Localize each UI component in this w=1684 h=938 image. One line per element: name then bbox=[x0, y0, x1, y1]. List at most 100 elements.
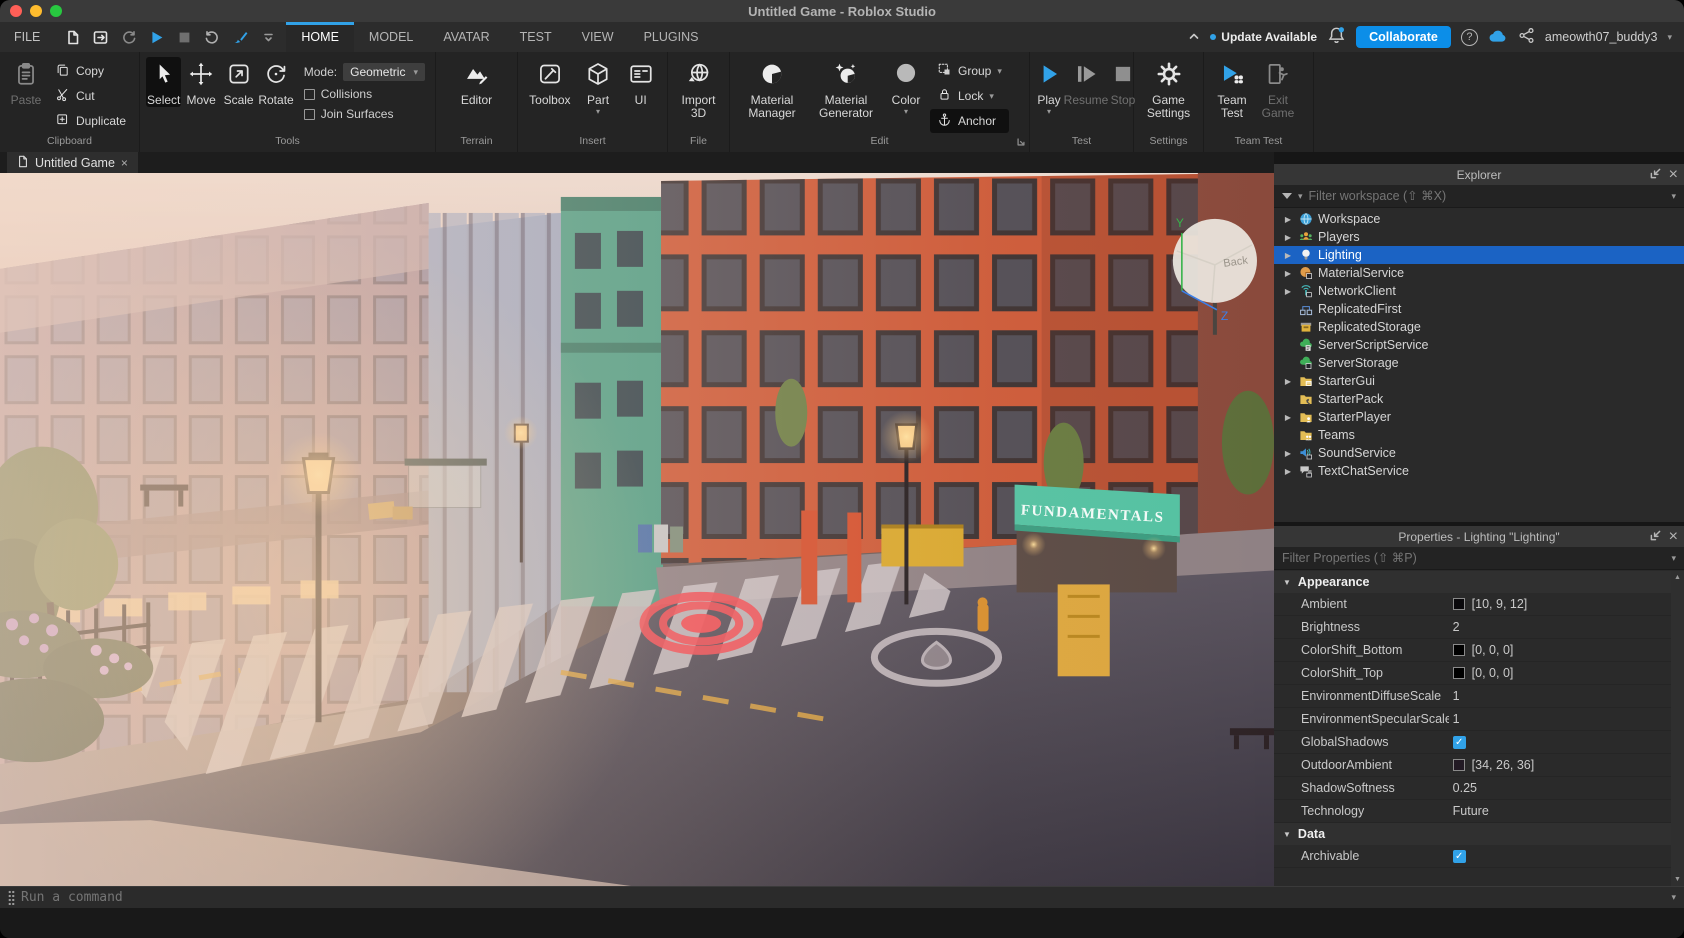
viewport-3d-scene[interactable]: FUNDAMENTALS bbox=[0, 173, 1274, 886]
close-window-button[interactable] bbox=[10, 5, 22, 17]
tab-home[interactable]: HOME bbox=[286, 22, 354, 52]
property-row-shadowsoftness[interactable]: ShadowSoftness0.25 bbox=[1274, 777, 1671, 800]
color-swatch[interactable] bbox=[1453, 644, 1465, 656]
edit-dialog-launcher-icon[interactable] bbox=[1016, 137, 1026, 150]
username[interactable]: ameowth07_buddy3 bbox=[1545, 30, 1658, 44]
part-button[interactable]: Part ▾ bbox=[578, 57, 619, 115]
mode-dropdown[interactable]: Geometric▾ bbox=[343, 63, 425, 81]
exit-game-button[interactable]: Exit Game bbox=[1256, 57, 1300, 120]
checkbox-checked-icon[interactable]: ✓ bbox=[1453, 850, 1466, 863]
group-caret-icon[interactable]: ▾ bbox=[997, 66, 1002, 77]
rotate-tool-button[interactable]: Rotate bbox=[258, 57, 293, 107]
command-bar-caret-icon[interactable]: ▾ bbox=[1671, 892, 1676, 903]
drag-grip-icon[interactable] bbox=[8, 890, 15, 905]
property-row-environmentdiffusescale[interactable]: EnvironmentDiffuseScale1 bbox=[1274, 685, 1671, 708]
move-tool-button[interactable]: Move bbox=[183, 57, 218, 107]
explorer-item-serverstorage[interactable]: ServerStorage bbox=[1274, 354, 1684, 372]
explorer-item-startergui[interactable]: ▶StarterGui bbox=[1274, 372, 1684, 390]
notifications-bell-icon[interactable] bbox=[1327, 26, 1346, 48]
property-row-brightness[interactable]: Brightness2 bbox=[1274, 616, 1671, 639]
anchor-button[interactable]: Anchor bbox=[930, 109, 1009, 133]
file-menu[interactable]: FILE bbox=[0, 22, 54, 52]
minimize-window-button[interactable] bbox=[30, 5, 42, 17]
collapse-ribbon-icon[interactable] bbox=[1188, 30, 1200, 45]
color-swatch[interactable] bbox=[1453, 667, 1465, 679]
update-available[interactable]: Update Available bbox=[1210, 30, 1317, 44]
checkbox-checked-icon[interactable]: ✓ bbox=[1453, 736, 1466, 749]
property-row-technology[interactable]: TechnologyFuture bbox=[1274, 800, 1671, 823]
explorer-item-workspace[interactable]: ▶Workspace bbox=[1274, 210, 1684, 228]
explorer-filter[interactable]: ▾ ▾ bbox=[1274, 185, 1684, 208]
resume-button[interactable]: Resume bbox=[1064, 57, 1108, 107]
close-panel-icon[interactable]: × bbox=[1669, 528, 1678, 546]
undo-icon[interactable] bbox=[200, 26, 224, 48]
open-file-icon[interactable] bbox=[88, 26, 112, 48]
tab-avatar[interactable]: AVATAR bbox=[428, 22, 504, 52]
explorer-item-teams[interactable]: Teams bbox=[1274, 426, 1684, 444]
part-caret-icon[interactable]: ▾ bbox=[596, 109, 600, 115]
command-input[interactable] bbox=[21, 890, 1665, 905]
share-icon[interactable] bbox=[1518, 27, 1535, 47]
paste-button[interactable]: Paste bbox=[6, 57, 46, 107]
join-surfaces-checkbox[interactable]: Join Surfaces bbox=[304, 107, 425, 121]
float-panel-icon[interactable] bbox=[1650, 528, 1661, 546]
explorer-item-starterplayer[interactable]: ▶StarterPlayer bbox=[1274, 408, 1684, 426]
play-button[interactable]: Play ▾ bbox=[1036, 57, 1062, 115]
tab-model[interactable]: MODEL bbox=[354, 22, 428, 52]
explorer-item-lighting[interactable]: ▶Lighting bbox=[1274, 246, 1684, 264]
stop-button[interactable]: Stop bbox=[1110, 57, 1136, 107]
duplicate-button[interactable]: Duplicate bbox=[48, 109, 133, 133]
zoom-window-button[interactable] bbox=[50, 5, 62, 17]
collaborate-button[interactable]: Collaborate bbox=[1356, 26, 1451, 48]
qat-play-icon[interactable] bbox=[144, 26, 168, 48]
explorer-item-serverscriptservice[interactable]: ServerScriptService bbox=[1274, 336, 1684, 354]
explorer-item-starterpack[interactable]: StarterPack bbox=[1274, 390, 1684, 408]
property-row-globalshadows[interactable]: GlobalShadows✓ bbox=[1274, 731, 1671, 754]
tab-plugins[interactable]: PLUGINS bbox=[629, 22, 714, 52]
section-data[interactable]: ▼Data bbox=[1274, 823, 1671, 845]
scale-tool-button[interactable]: Scale bbox=[221, 57, 256, 107]
property-row-colorshift-top[interactable]: ColorShift_Top[0, 0, 0] bbox=[1274, 662, 1671, 685]
material-generator-button[interactable]: Material Generator bbox=[810, 57, 882, 120]
doc-tab-close-icon[interactable]: × bbox=[121, 156, 128, 170]
redo-icon[interactable] bbox=[116, 26, 140, 48]
tab-test[interactable]: TEST bbox=[505, 22, 567, 52]
command-bar[interactable]: ▾ bbox=[0, 886, 1684, 908]
scroll-down-icon[interactable]: ▼ bbox=[1674, 876, 1681, 883]
property-row-outdoorambient[interactable]: OutdoorAmbient[34, 26, 36] bbox=[1274, 754, 1671, 777]
explorer-item-players[interactable]: ▶Players bbox=[1274, 228, 1684, 246]
ui-button[interactable]: UI bbox=[620, 57, 661, 107]
cut-button[interactable]: Cut bbox=[48, 84, 133, 108]
doc-tab-untitled-game[interactable]: Untitled Game × bbox=[7, 152, 138, 173]
explorer-item-textchatservice[interactable]: ▶TextChatService bbox=[1274, 462, 1684, 480]
properties-filter[interactable]: ▾ bbox=[1274, 547, 1684, 570]
toolbox-button[interactable]: Toolbox bbox=[524, 57, 576, 107]
help-icon[interactable]: ? bbox=[1461, 29, 1478, 46]
terrain-editor-button[interactable]: Editor bbox=[449, 57, 505, 107]
new-file-icon[interactable] bbox=[60, 26, 84, 48]
property-row-archivable[interactable]: Archivable✓ bbox=[1274, 845, 1671, 868]
explorer-item-networkclient[interactable]: ▶NetworkClient bbox=[1274, 282, 1684, 300]
explorer-item-soundservice[interactable]: ▶SoundService bbox=[1274, 444, 1684, 462]
material-manager-button[interactable]: Material Manager bbox=[736, 57, 808, 120]
explorer-filter-input[interactable] bbox=[1309, 189, 1666, 203]
game-settings-button[interactable]: Game Settings bbox=[1141, 57, 1197, 120]
lock-caret-icon[interactable]: ▾ bbox=[989, 91, 994, 102]
cloud-sync-icon[interactable] bbox=[1488, 28, 1508, 47]
close-panel-icon[interactable]: × bbox=[1669, 166, 1678, 184]
qat-customize-caret-icon[interactable] bbox=[256, 26, 280, 48]
property-row-environmentspecularscale[interactable]: EnvironmentSpecularScale1 bbox=[1274, 708, 1671, 731]
plugin-tool-icon[interactable] bbox=[228, 26, 252, 48]
explorer-item-replicatedfirst[interactable]: ReplicatedFirst bbox=[1274, 300, 1684, 318]
section-appearance[interactable]: ▼Appearance bbox=[1274, 571, 1671, 593]
tab-view[interactable]: VIEW bbox=[567, 22, 629, 52]
team-test-button[interactable]: Team Test bbox=[1210, 57, 1254, 120]
group-button[interactable]: Group▾ bbox=[930, 59, 1009, 83]
explorer-item-materialservice[interactable]: ▶MaterialService bbox=[1274, 264, 1684, 282]
float-panel-icon[interactable] bbox=[1650, 166, 1661, 184]
lock-button[interactable]: Lock▾ bbox=[930, 84, 1009, 108]
properties-scrollbar[interactable]: ▲ ▼ bbox=[1671, 571, 1684, 886]
play-caret-icon[interactable]: ▾ bbox=[1047, 109, 1051, 115]
qat-stop-icon[interactable] bbox=[172, 26, 196, 48]
import-3d-button[interactable]: Import 3D bbox=[677, 57, 721, 120]
